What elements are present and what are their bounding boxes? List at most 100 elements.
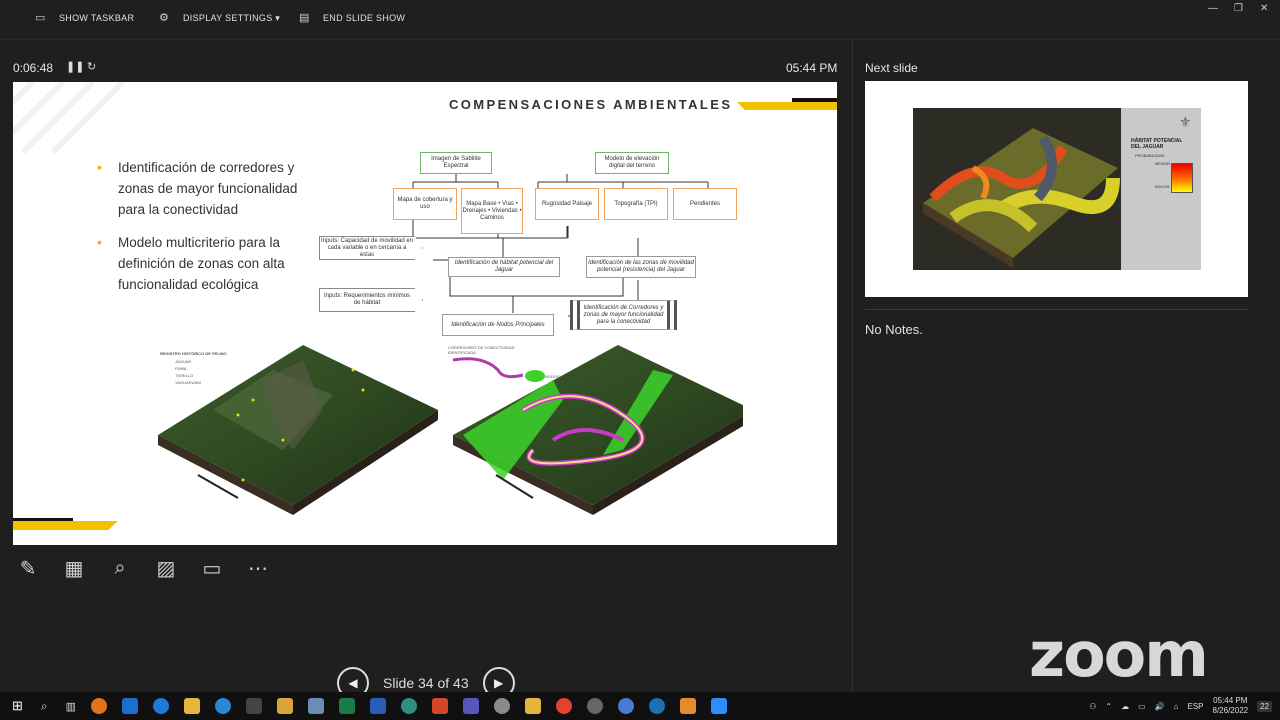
rugosidad-box: Rugosidad Paisaje xyxy=(535,188,599,220)
black-screen-icon[interactable]: ▨ xyxy=(152,554,180,582)
map-left-legend-item: JAGUAR xyxy=(175,359,192,364)
app-icon[interactable] xyxy=(277,698,294,714)
globe-icon[interactable] xyxy=(401,698,418,714)
excel-icon[interactable] xyxy=(339,698,356,714)
subtitles-icon[interactable]: ▭ xyxy=(198,554,226,582)
windows-start-icon[interactable]: ⊞ xyxy=(12,698,23,714)
zoom-icon[interactable]: ⌕ xyxy=(106,554,134,582)
habitat-map-graphic xyxy=(923,128,1120,268)
taskbar-icon: ▭ xyxy=(35,12,46,24)
terrain-maps: REGISTRO HISTÓRICO DE FELINO JAGUAR PUMA… xyxy=(153,340,743,520)
chrome-icon[interactable] xyxy=(556,698,573,714)
map-right-legend-subtitle: IDENTIFICADA xyxy=(448,350,476,355)
zoom-logo: zoom xyxy=(1029,618,1209,691)
bullet-item: Modelo multicriterio para la definición … xyxy=(97,232,307,295)
powerpoint-icon[interactable] xyxy=(432,698,449,714)
language-indicator[interactable]: ESP xyxy=(1187,702,1203,711)
next-slide-legend: ⚜ HÁBITAT POTENCIAL DEL JAGUAR PROBABILI… xyxy=(1121,108,1201,270)
app-gray-icon[interactable] xyxy=(494,698,511,714)
restore-icon[interactable]: ❐ xyxy=(1234,3,1243,14)
map-left-legend-item: YAGUARUNDÍ xyxy=(175,380,202,385)
speaker-notes: No Notes. xyxy=(865,322,923,337)
pendientes-box: Pendientes xyxy=(673,188,737,220)
legend-low-label: MENOR xyxy=(1155,161,1170,166)
map-left-legend-item: TIGRILLO xyxy=(175,373,194,378)
next-slide-preview[interactable]: ⚜ HÁBITAT POTENCIAL DEL JAGUAR PROBABILI… xyxy=(865,81,1248,297)
nodos-box: Identificación de Nodos Principales xyxy=(442,314,554,336)
flow-diagram: Imagen de Sabilite Espectral Modelo de e… xyxy=(313,150,753,340)
topografia-box: Topografía (TPI) xyxy=(604,188,668,220)
document-icon[interactable] xyxy=(308,698,325,714)
next-slide-label: Next slide xyxy=(865,61,918,75)
current-slide[interactable]: COMPENSACIONES AMBIENTALES Identificació… xyxy=(13,82,837,545)
decorative-pattern xyxy=(13,82,126,155)
notification-badge[interactable]: 22 xyxy=(1257,700,1272,712)
edge-icon[interactable] xyxy=(153,698,170,714)
network-icon[interactable]: ⌂ xyxy=(1174,702,1179,711)
display-settings-icon: ⚙ xyxy=(159,12,170,24)
next-slide-title: HÁBITAT POTENCIAL DEL JAGUAR xyxy=(1131,138,1183,150)
word-icon[interactable] xyxy=(370,698,387,714)
app-blue-icon[interactable] xyxy=(618,698,635,714)
map-left-legend-title: REGISTRO HISTÓRICO DE FELINO xyxy=(160,351,227,356)
show-taskbar-button[interactable]: ▭ SHOW TASKBAR xyxy=(35,12,134,24)
pause-icon[interactable]: ❚❚ xyxy=(66,60,84,73)
modelo-elevacion-box: Modelo de elevación digital del terreno xyxy=(595,152,669,174)
windows-taskbar: ⊞ ⌕ ▥ ⚇ ⌃ ☁ ▭ 🔊 ⌂ ESP 05:44 PM 8/26/2022… xyxy=(0,692,1280,720)
reset-timer-icon[interactable]: ↻ xyxy=(87,60,96,73)
presenter-toolbar: ▭ SHOW TASKBAR ⚙ DISPLAY SETTINGS ▾ ▤ EN… xyxy=(0,0,1280,40)
see-all-slides-icon[interactable]: ▦ xyxy=(60,554,88,582)
probability-gradient xyxy=(1171,163,1193,193)
end-show-icon: ▤ xyxy=(299,12,310,24)
bullet-item: Identificación de corredores y zonas de … xyxy=(97,157,307,220)
panel-divider xyxy=(852,40,853,692)
search-icon[interactable]: ⌕ xyxy=(41,699,48,714)
tray-clock[interactable]: 05:44 PM 8/26/2022 xyxy=(1213,696,1249,716)
teams-icon[interactable] xyxy=(463,698,480,714)
inputs-requerimientos-box: Inputs: Requerimientos mínimos de hábita… xyxy=(319,288,423,312)
app-dark-icon[interactable] xyxy=(587,698,604,714)
map-right-nodos-label: NODOS xyxy=(545,374,560,379)
tray-chevron-icon[interactable]: ⌃ xyxy=(1105,702,1112,711)
corredores-box: Identificación de Corredores y zonas de … xyxy=(570,300,677,330)
app-orange2-icon[interactable] xyxy=(680,698,697,714)
legend-high-label: MAYOR xyxy=(1155,184,1170,189)
file-explorer-icon[interactable] xyxy=(184,698,201,714)
zonas-movilidad-box: Identificación de las zonas de movilidad… xyxy=(586,256,696,278)
minimize-icon[interactable]: — xyxy=(1208,3,1218,14)
mapa-base-box: Mapa Base • Vías • Drenajes • Viviendas … xyxy=(461,188,523,234)
people-icon[interactable]: ⚇ xyxy=(1089,702,1096,711)
terminal-icon[interactable] xyxy=(246,698,263,714)
slide-title: COMPENSACIONES AMBIENTALES xyxy=(449,97,733,112)
folder-icon[interactable] xyxy=(525,698,542,714)
display-settings-button[interactable]: ⚙ DISPLAY SETTINGS ▾ xyxy=(159,12,280,24)
app-blue2-icon[interactable] xyxy=(649,698,666,714)
slide-counter: Slide 34 of 43 xyxy=(383,675,469,691)
notes-separator xyxy=(865,309,1248,310)
browser-icon[interactable] xyxy=(215,698,232,714)
habitat-potencial-box: Identificación de hábitat potencial del … xyxy=(448,257,560,277)
map-left-legend-item: PUMA xyxy=(175,366,187,371)
more-options-icon[interactable]: ⋯ xyxy=(244,554,272,582)
next-slide-subtitle: PROBABILIDAD xyxy=(1135,153,1165,158)
outlook-icon[interactable] xyxy=(122,698,139,714)
footer-accent-bar xyxy=(13,518,118,530)
speaker-icon[interactable]: 🔊 xyxy=(1155,702,1165,711)
app-orange-icon[interactable] xyxy=(91,698,108,714)
battery-icon[interactable]: ▭ xyxy=(1138,702,1146,711)
task-view-icon[interactable]: ▥ xyxy=(66,700,76,713)
close-icon[interactable]: ✕ xyxy=(1260,3,1268,14)
slide-tools: ✎ ▦ ⌕ ▨ ▭ ⋯ xyxy=(14,554,272,582)
imagen-sabilite-box: Imagen de Sabilite Espectral xyxy=(420,152,492,174)
end-slide-show-button[interactable]: ▤ END SLIDE SHOW xyxy=(299,12,405,24)
pen-icon[interactable]: ✎ xyxy=(14,554,42,582)
system-tray: ⚇ ⌃ ☁ ▭ 🔊 ⌂ ESP 05:44 PM 8/26/2022 22 xyxy=(1089,692,1272,720)
current-time: 05:44 PM xyxy=(786,61,838,75)
inputs-capacidad-box: Inputs: Capacidad de movilidad en cada v… xyxy=(319,236,423,260)
zoom-app-icon[interactable] xyxy=(711,698,728,714)
emblem-icon: ⚜ xyxy=(1179,114,1192,130)
next-slide-image xyxy=(913,108,1121,270)
onedrive-icon[interactable]: ☁ xyxy=(1121,702,1129,711)
elapsed-timer: 0:06:48 xyxy=(13,61,54,75)
mapa-cobertura-box: Mapa de cobertura y uso xyxy=(393,188,457,220)
